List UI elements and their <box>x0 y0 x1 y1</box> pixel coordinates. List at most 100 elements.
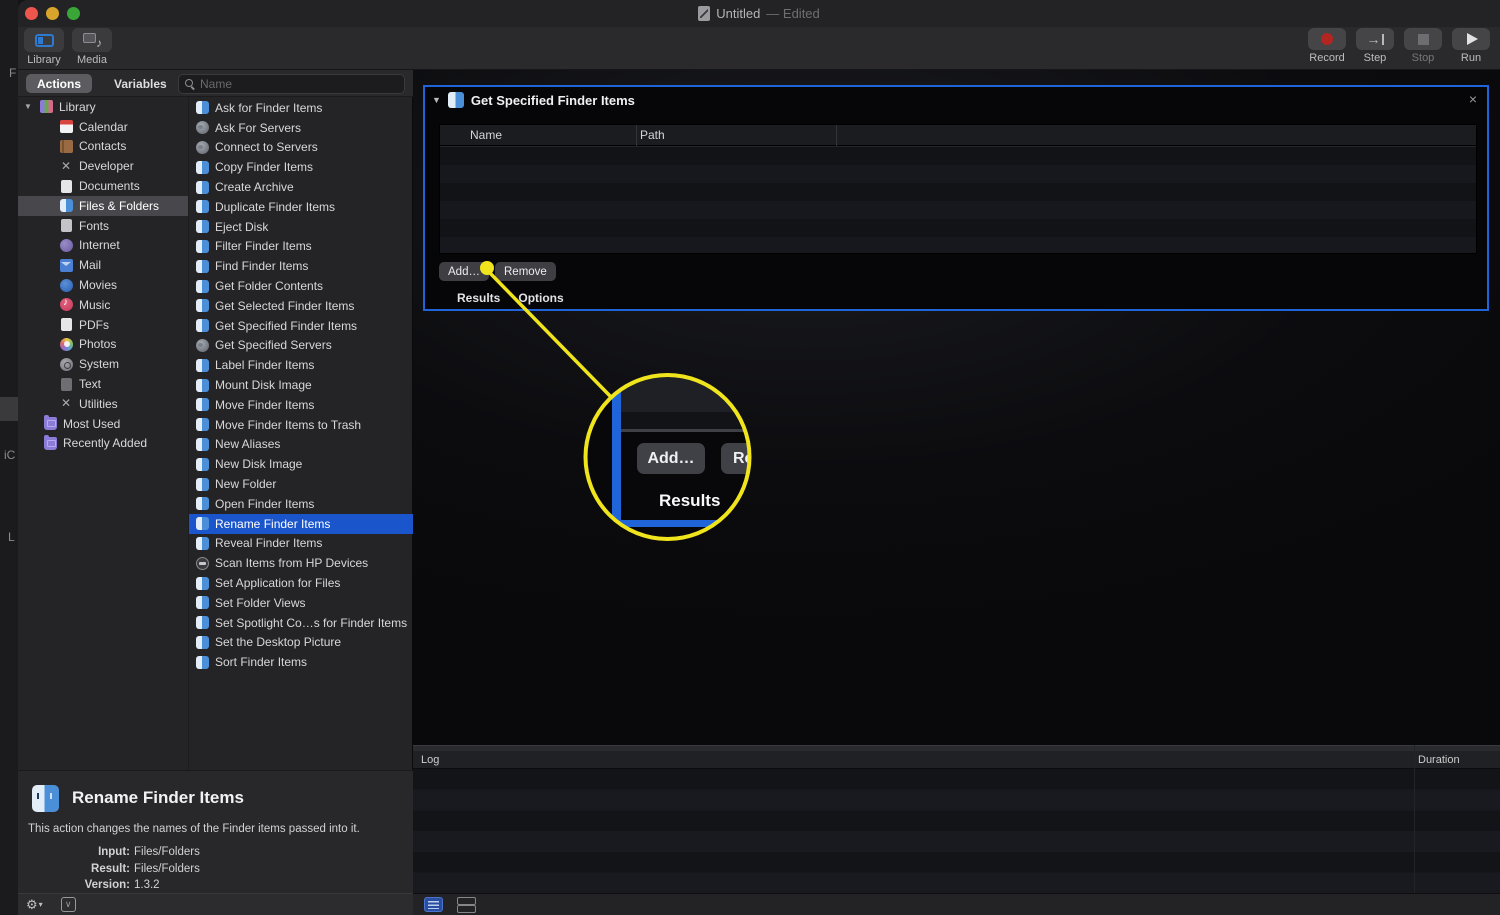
sidebar-item-label: System <box>79 357 120 372</box>
action-item-icon <box>196 517 209 531</box>
sidebar-item[interactable]: ▼ Text <box>18 374 188 394</box>
action-list-item[interactable]: Ask For Servers <box>189 118 413 138</box>
action-list-item[interactable]: Move Finder Items to Trash <box>189 415 413 435</box>
panes-view-icon[interactable] <box>457 897 476 913</box>
action-item-label: Get Specified Servers <box>215 338 332 353</box>
action-list-item[interactable]: Connect to Servers <box>189 138 413 158</box>
titlebar[interactable]: Untitled — Edited <box>18 0 1500 27</box>
sidebar-item[interactable]: ▼ Contacts <box>18 137 188 157</box>
disclosure-triangle-icon[interactable]: ▼ <box>24 102 34 111</box>
duration-column-header[interactable]: Duration <box>1418 754 1460 766</box>
sidebar-item[interactable]: ▼ Files & Folders <box>18 195 188 216</box>
sidebar-item[interactable]: ▼ Photos <box>18 335 188 355</box>
sidebar-item[interactable]: ▼ Developer <box>18 156 188 176</box>
disclosure-triangle-icon[interactable]: ▼ <box>432 95 441 105</box>
action-list-item[interactable]: Create Archive <box>189 177 413 197</box>
add-button[interactable]: Add… <box>439 262 489 281</box>
stop-button[interactable]: Stop <box>1404 28 1442 64</box>
sidebar-item-icon <box>60 357 73 371</box>
tab-results[interactable]: Results <box>457 291 500 305</box>
sidebar-item[interactable]: ▼ Documents <box>18 176 188 196</box>
close-icon[interactable]: × <box>1469 91 1477 107</box>
sidebar-item[interactable]: ▼ Movies <box>18 275 188 295</box>
sidebar-item-label: Most Used <box>63 416 121 431</box>
table-body-empty[interactable] <box>440 146 1476 253</box>
search-placeholder: Name <box>200 77 233 91</box>
action-list-item[interactable]: Sort Finder Items <box>189 652 413 672</box>
stop-icon <box>1417 33 1429 45</box>
sidebar-item[interactable]: ▼ Internet <box>18 236 188 256</box>
sidebar-item[interactable]: ▼ Most Used <box>18 414 188 434</box>
action-list-item[interactable]: Set Folder Views <box>189 593 413 613</box>
toolbar: Library ♪ Media Record → Step Stop Run <box>18 27 1500 70</box>
finder-items-table[interactable]: Name Path <box>439 124 1477 254</box>
remove-button[interactable]: Remove <box>495 262 556 281</box>
action-list-item[interactable]: New Disk Image <box>189 454 413 474</box>
action-item-label: Create Archive <box>215 180 294 195</box>
action-list-item[interactable]: Set Application for Files <box>189 573 413 593</box>
action-list-item[interactable]: Mount Disk Image <box>189 375 413 395</box>
info-field-label: Result: <box>91 862 130 875</box>
sidebar-item[interactable]: ▼ System <box>18 354 188 374</box>
action-list-item[interactable]: Ask for Finder Items <box>189 98 413 118</box>
record-button[interactable]: Record <box>1308 28 1346 64</box>
action-card-get-specified-finder-items[interactable]: ▼ Get Specified Finder Items × Name Path… <box>423 85 1489 311</box>
sidebar-item[interactable]: ▼ Music <box>18 295 188 315</box>
collapse-panel-button[interactable]: ∨ <box>60 897 76 912</box>
library-button[interactable]: Library <box>24 28 64 66</box>
media-icon: ♪ <box>83 33 102 50</box>
sidebar-item[interactable]: ▼ PDFs <box>18 315 188 335</box>
sidebar-item[interactable]: ▼ Calendar <box>18 117 188 137</box>
column-header-name[interactable]: Name <box>470 128 502 142</box>
action-list-item[interactable]: Reveal Finder Items <box>189 534 413 554</box>
library-button-label: Library <box>27 54 61 66</box>
tab-variables[interactable]: Variables <box>104 74 177 93</box>
list-view-icon[interactable] <box>424 897 443 912</box>
action-list-item[interactable]: Find Finder Items <box>189 256 413 276</box>
sidebar-item[interactable]: ▼ Library <box>18 97 188 117</box>
column-divider[interactable] <box>836 125 837 146</box>
sidebar-item[interactable]: ▼ Fonts <box>18 216 188 236</box>
action-item-label: Filter Finder Items <box>215 239 312 254</box>
sidebar-item[interactable]: ▼ Recently Added <box>18 434 188 454</box>
action-list-item[interactable]: Label Finder Items <box>189 355 413 375</box>
action-list-item[interactable]: New Aliases <box>189 435 413 455</box>
action-list-item[interactable]: New Folder <box>189 474 413 494</box>
action-list-item[interactable]: Set the Desktop Picture <box>189 633 413 653</box>
action-item-label: Set Spotlight Co…s for Finder Items <box>215 615 408 630</box>
media-button[interactable]: ♪ Media <box>72 28 112 66</box>
column-header-path[interactable]: Path <box>640 128 665 142</box>
action-list-item[interactable]: Set Spotlight Co…s for Finder Items <box>189 613 413 633</box>
action-list-item[interactable]: Open Finder Items <box>189 494 413 514</box>
gear-icon: ⚙ <box>26 896 38 912</box>
action-list-item[interactable]: Get Specified Servers <box>189 336 413 356</box>
action-list-item[interactable]: Move Finder Items <box>189 395 413 415</box>
action-list-item[interactable]: Scan Items from HP Devices <box>189 553 413 573</box>
action-item-label: Connect to Servers <box>215 140 318 155</box>
action-list-item[interactable]: Filter Finder Items <box>189 237 413 257</box>
tab-options[interactable]: Options <box>518 291 563 305</box>
action-list-item[interactable]: Eject Disk <box>189 217 413 237</box>
info-field-label: Version: <box>84 879 130 891</box>
sidebar-item[interactable]: ▼ Utilities <box>18 394 188 414</box>
sidebar-item-icon <box>44 434 57 450</box>
tab-actions[interactable]: Actions <box>26 74 92 93</box>
sidebar-item[interactable]: ▼ Mail <box>18 255 188 275</box>
action-item-icon <box>196 101 209 115</box>
log-column-header[interactable]: Log <box>421 754 439 766</box>
action-list-item[interactable]: Duplicate Finder Items <box>189 197 413 217</box>
action-list-item[interactable]: Get Specified Finder Items <box>189 316 413 336</box>
action-list-item[interactable]: Copy Finder Items <box>189 157 413 177</box>
column-divider[interactable] <box>636 125 637 146</box>
gear-menu-button[interactable]: ⚙ ▾ <box>26 897 43 913</box>
run-button[interactable]: Run <box>1452 28 1490 64</box>
search-input[interactable]: Name <box>178 74 405 94</box>
action-list-item[interactable]: Get Folder Contents <box>189 276 413 296</box>
action-list-item[interactable]: Get Selected Finder Items <box>189 296 413 316</box>
step-button[interactable]: → Step <box>1356 28 1394 64</box>
library-sidebar-icon <box>34 33 54 47</box>
chevron-down-icon: ▾ <box>38 900 43 909</box>
sidebar-item-icon <box>61 318 72 332</box>
action-list-item[interactable]: Rename Finder Items <box>189 513 413 534</box>
action-item-label: Move Finder Items <box>215 397 315 412</box>
